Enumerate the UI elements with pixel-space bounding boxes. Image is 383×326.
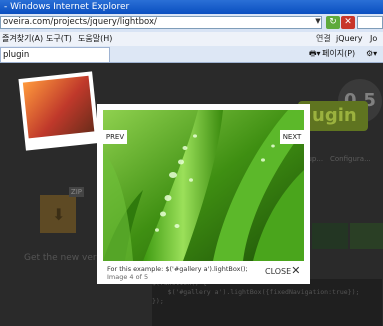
gallery-thumb (312, 223, 348, 249)
photo-thumbnail (18, 71, 100, 151)
image-counter: Image 4 of 5 (107, 273, 149, 281)
code-line: }); (152, 297, 164, 305)
window-title: - Windows Internet Explorer (4, 2, 130, 12)
lightbox-container: PREV NEXT For this example: $('#gallery … (97, 104, 310, 284)
tools-icon[interactable]: ⚙▾ (366, 48, 377, 60)
search-input[interactable] (357, 16, 383, 29)
links-label: 연결 (316, 34, 331, 43)
chevron-down-icon[interactable]: ▼ (314, 17, 322, 28)
address-bar[interactable]: oveira.com/projects/jquery/lightbox/ (0, 16, 322, 29)
close-x-icon[interactable]: ✕ (291, 264, 300, 277)
refresh-icon[interactable]: ↻ (326, 16, 340, 29)
plugin-button-label: ugin (312, 105, 357, 126)
menu-tools[interactable]: 도구(T) (46, 33, 72, 45)
menu-help[interactable]: 도움말(H) (78, 33, 112, 45)
zip-label: ZIP (68, 187, 84, 197)
tab-label: plugin (3, 50, 30, 60)
code-sample: $(function() { $('#gallery a').lightBox(… (152, 279, 382, 326)
address-row: oveira.com/projects/jquery/lightbox/ ▼ ↻… (0, 14, 383, 32)
image-caption: For this example: $('#gallery a').lightB… (107, 265, 248, 273)
leaf-photo (103, 110, 304, 261)
next-button[interactable]: NEXT (280, 130, 304, 144)
lightbox-image[interactable]: PREV NEXT (103, 110, 304, 261)
close-label: CLOSE (265, 267, 292, 276)
tab-plugin[interactable]: plugin (0, 47, 110, 62)
link-jo[interactable]: Jo (370, 33, 377, 45)
link-jquery[interactable]: jQuery (336, 33, 363, 45)
page-menu[interactable]: 페이지(P) (322, 48, 355, 60)
prev-button[interactable]: PREV (103, 130, 127, 144)
print-icon[interactable]: 🖶▾ (309, 48, 321, 60)
download-arrow-icon: ⬇ (52, 205, 66, 224)
download-zip-icon: ZIP ⬇ (40, 187, 84, 233)
code-line: $('#gallery a').lightBox({fixedNavigatio… (152, 288, 360, 296)
menu-favorites[interactable]: 즐겨찾기(A) (2, 33, 43, 45)
tab-bar: plugin 🖶▾ 페이지(P) ⚙▾ (0, 46, 383, 63)
menu-bar: 즐겨찾기(A) 도구(T) 도움말(H) 연결 jQuery Jo (0, 32, 383, 47)
stop-icon[interactable]: ✕ (341, 16, 355, 29)
nav-link-config: Configura... (330, 155, 371, 163)
gallery-thumb (350, 223, 383, 249)
window-titlebar: - Windows Internet Explorer (0, 0, 383, 14)
close-button[interactable]: CLOSE✕ (265, 265, 300, 277)
